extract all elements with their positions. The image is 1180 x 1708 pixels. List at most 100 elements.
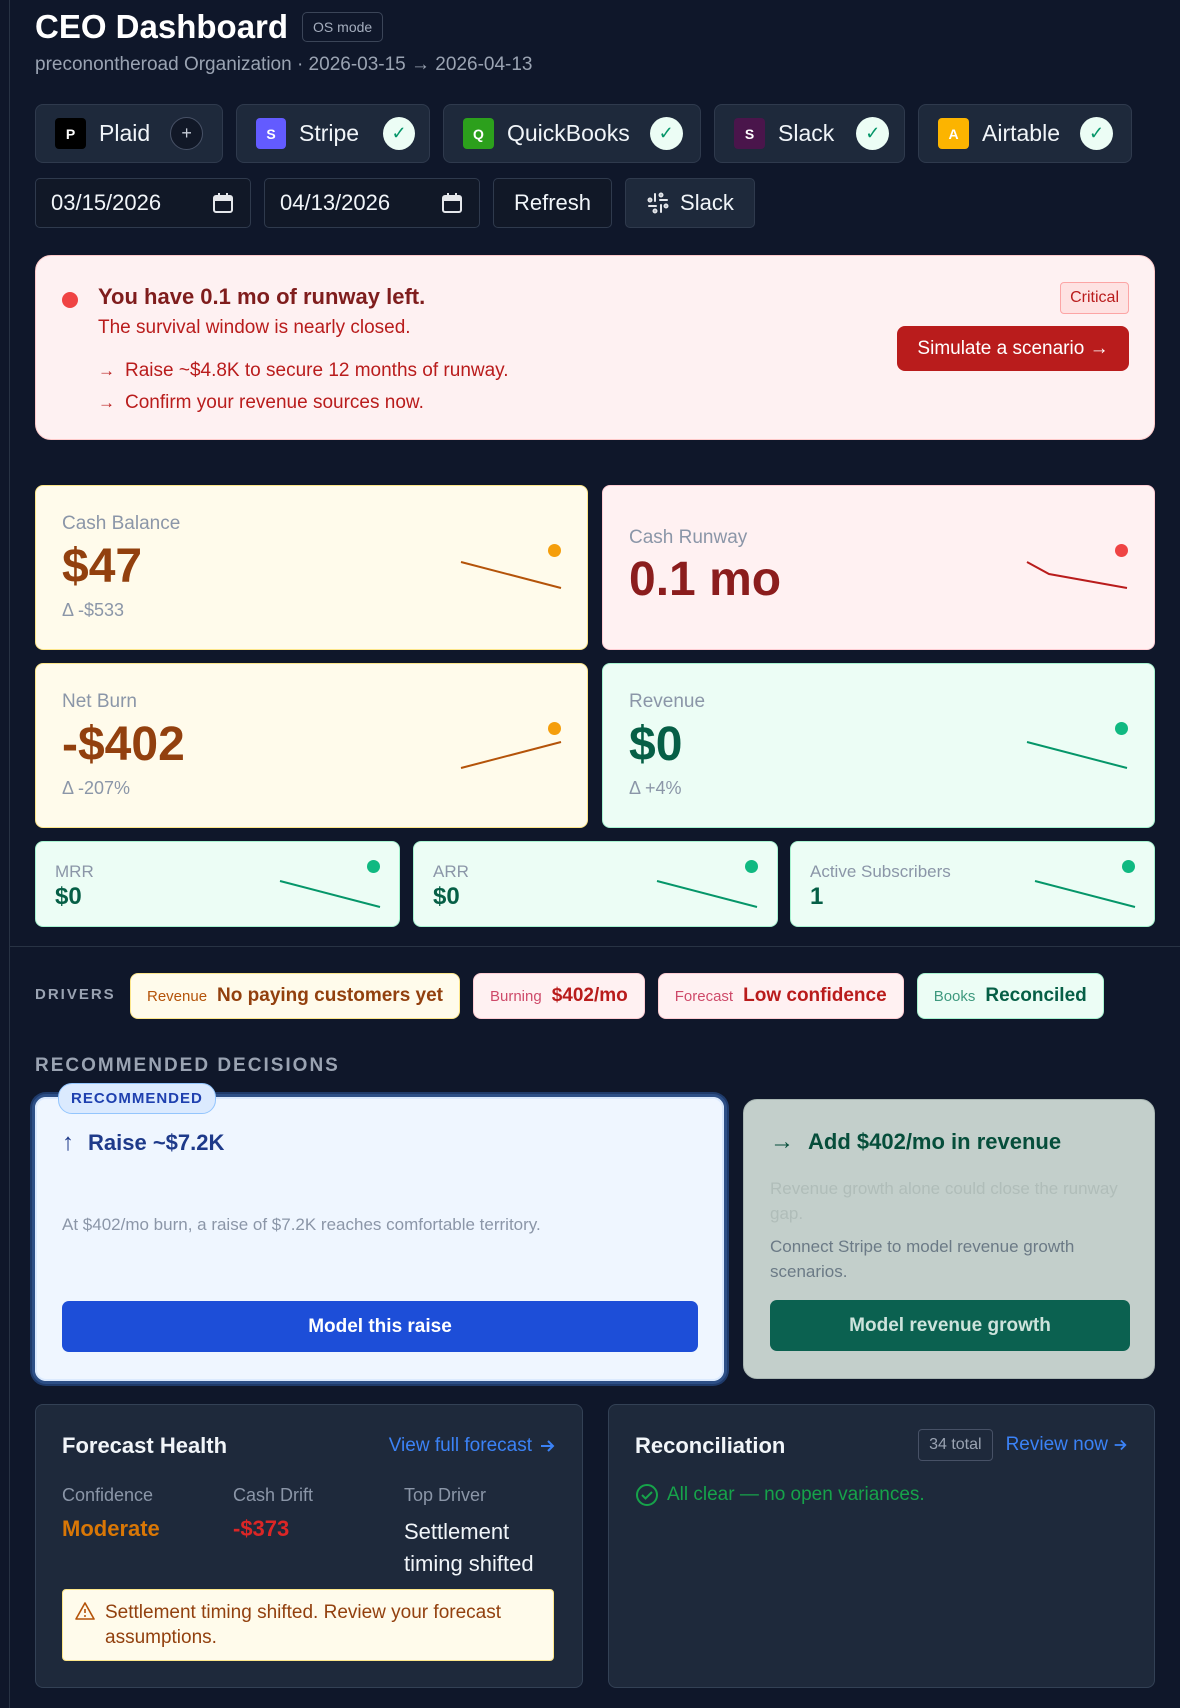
decision-description: At $402/mo burn, a raise of $7.2K reache… xyxy=(62,1215,541,1234)
stripe-logo-icon: S xyxy=(256,118,286,149)
model-revenue-button[interactable]: Model revenue growth xyxy=(770,1300,1130,1351)
decision-card-revenue[interactable]: → Add $402/mo in revenue Revenue growth … xyxy=(743,1099,1155,1379)
airtable-logo-icon: A xyxy=(938,118,969,149)
kpi-value: $0 xyxy=(433,883,460,910)
connected-check-icon: ✓ xyxy=(856,117,890,150)
driver-chip-burning[interactable]: Burning $402/mo xyxy=(473,973,645,1019)
metric-label: Confidence xyxy=(62,1485,154,1505)
reconciliation-status: All clear — no open variances. xyxy=(635,1483,925,1507)
kpi-label: Net Burn xyxy=(62,691,137,712)
trend-sparkline xyxy=(1034,880,1136,908)
kpi-active-subscribers[interactable]: Active Subscribers 1 xyxy=(790,841,1155,927)
integration-name: QuickBooks xyxy=(507,120,630,146)
controls-bar: 03/15/2026 04/13/2026 Refresh Slack xyxy=(35,178,755,228)
simulate-scenario-button[interactable]: Simulate a scenario → xyxy=(897,326,1129,371)
status-dot-icon xyxy=(1115,722,1128,735)
page-title: CEO Dashboard xyxy=(35,8,289,45)
end-date-value: 04/13/2026 xyxy=(280,190,391,215)
integration-name: Stripe xyxy=(298,120,360,146)
metric-label: Cash Drift xyxy=(233,1485,314,1505)
calendar-icon[interactable] xyxy=(441,192,463,214)
integration-quickbooks[interactable]: Q QuickBooks ✓ xyxy=(443,104,701,163)
arrow-right-icon: → xyxy=(98,361,115,380)
kpi-delta: Δ -$533 xyxy=(62,600,125,620)
plaid-logo-icon: P xyxy=(55,118,86,149)
alert-dot-icon xyxy=(62,292,78,308)
status-dot-icon xyxy=(367,860,380,873)
trend-sparkline xyxy=(1026,561,1128,589)
status-dot-icon xyxy=(548,544,561,557)
arrow-right-icon xyxy=(541,1440,555,1452)
trend-sparkline xyxy=(460,741,562,769)
total-badge: 34 total xyxy=(918,1429,993,1461)
alert-item-text: Raise ~$4.8K to secure 12 months of runw… xyxy=(125,360,509,381)
divider xyxy=(9,946,1180,947)
metric-value: -$373 xyxy=(233,1516,290,1541)
driver-chip-revenue[interactable]: Revenue No paying customers yet xyxy=(130,973,460,1019)
calendar-icon[interactable] xyxy=(212,192,234,214)
slack-logo-icon: S xyxy=(734,118,765,149)
trend-sparkline xyxy=(460,561,562,589)
kpi-cash-balance[interactable]: Cash Balance $47 Δ -$533 xyxy=(35,485,588,650)
kpi-label: Active Subscribers xyxy=(810,862,951,881)
warning-icon xyxy=(75,1602,95,1620)
arrow-right-icon: → xyxy=(770,1128,794,1155)
quickbooks-logo-icon: Q xyxy=(463,118,494,149)
link-label: Review now xyxy=(1005,1434,1108,1455)
kpi-value: $0 xyxy=(55,883,82,910)
drivers-row: Revenue No paying customers yet Burning $4… xyxy=(130,973,1104,1019)
model-raise-button[interactable]: Model this raise xyxy=(62,1301,698,1352)
kpi-cash-runway[interactable]: Cash Runway 0.1 mo xyxy=(602,485,1155,650)
kpi-delta: Δ -207% xyxy=(62,778,131,798)
check-circle-icon xyxy=(636,1484,658,1506)
kpi-value: 0.1 mo xyxy=(629,553,782,606)
cash-drift-metric: Cash Drift -$373 xyxy=(233,1485,313,1542)
kpi-arr[interactable]: ARR $0 xyxy=(413,841,778,927)
kpi-value: -$402 xyxy=(62,718,185,771)
left-rule xyxy=(9,0,10,1708)
review-now-link[interactable]: Review now xyxy=(1006,1434,1128,1456)
alert-title: You have 0.1 mo of runway left. xyxy=(98,284,426,309)
metric-label: Top Driver xyxy=(404,1485,487,1505)
arrow-up-icon: ↑ xyxy=(62,1129,74,1156)
status-dot-icon xyxy=(1115,544,1128,557)
status-dot-icon xyxy=(1122,860,1135,873)
alert-subtitle: The survival window is nearly closed. xyxy=(98,317,411,338)
kpi-revenue[interactable]: Revenue $0 Δ +4% xyxy=(602,663,1155,828)
kpi-mrr[interactable]: MRR $0 xyxy=(35,841,400,927)
mode-badge[interactable]: OS mode xyxy=(302,12,384,42)
page-subtitle: preconontheroad Organization · 2026-03-1… xyxy=(35,54,533,75)
start-date-input[interactable]: 03/15/2026 xyxy=(35,178,251,228)
chip-value: No paying customers yet xyxy=(217,985,443,1006)
chip-value: $402/mo xyxy=(551,985,628,1006)
refresh-button[interactable]: Refresh xyxy=(493,178,613,228)
trend-sparkline xyxy=(656,880,758,908)
integration-plaid[interactable]: P Plaid + xyxy=(35,104,223,163)
kpi-label: Revenue xyxy=(629,691,706,712)
drivers-label: DRIVERS xyxy=(35,986,116,1003)
end-date-input[interactable]: 04/13/2026 xyxy=(264,178,480,228)
driver-chip-forecast[interactable]: Forecast Low confidence xyxy=(657,973,904,1019)
integration-slack[interactable]: S Slack ✓ xyxy=(714,104,905,163)
integration-stripe[interactable]: S Stripe ✓ xyxy=(236,104,430,163)
forecast-health-panel: Forecast Health View full forecast Confi… xyxy=(35,1404,583,1688)
connect-plus-icon[interactable]: + xyxy=(170,117,204,150)
slack-icon xyxy=(647,192,669,214)
slack-button[interactable]: Slack xyxy=(625,178,755,228)
decision-card-raise[interactable]: RECOMMENDED ↑ Raise ~$7.2K At $402/mo bu… xyxy=(32,1083,727,1384)
chip-key: Revenue xyxy=(147,987,208,1005)
connected-check-icon: ✓ xyxy=(383,117,415,150)
panel-title: Forecast Health xyxy=(62,1433,228,1458)
recommended-badge: RECOMMENDED xyxy=(58,1083,216,1114)
panel-title: Reconciliation xyxy=(635,1433,786,1458)
arrow-right-icon xyxy=(1114,1439,1127,1451)
integration-airtable[interactable]: A Airtable ✓ xyxy=(918,104,1132,163)
chip-key: Burning xyxy=(490,987,542,1005)
chip-key: Books xyxy=(933,987,976,1005)
view-forecast-link[interactable]: View full forecast xyxy=(389,1435,556,1457)
status-dot-icon xyxy=(548,722,561,735)
driver-chip-books[interactable]: Books Reconciled xyxy=(916,973,1104,1019)
runway-alert: You have 0.1 mo of runway left. The surv… xyxy=(35,255,1155,440)
alert-list-item: → Confirm your revenue sources now. xyxy=(98,387,509,419)
kpi-net-burn[interactable]: Net Burn -$402 Δ -207% xyxy=(35,663,588,828)
